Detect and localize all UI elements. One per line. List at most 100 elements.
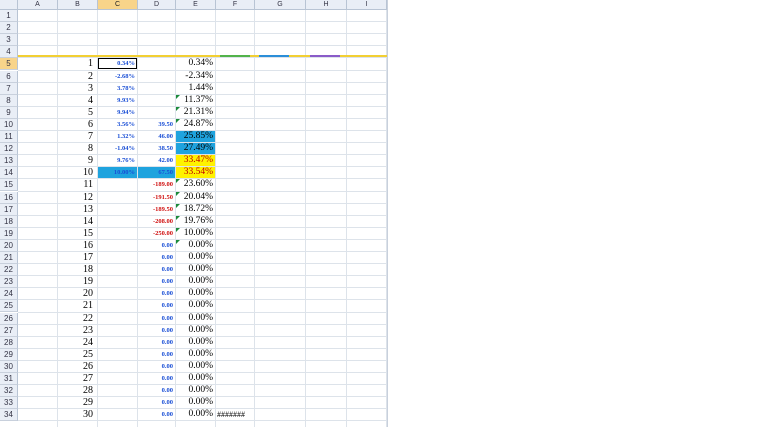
cell-e8[interactable]: 11.37% <box>176 95 215 106</box>
row-header-31[interactable]: 31 <box>0 373 18 386</box>
cell-b32[interactable]: 28 <box>58 385 97 396</box>
row-header-25[interactable]: 25 <box>0 300 18 313</box>
cell-c8[interactable]: 9.93% <box>98 95 137 106</box>
cell-c12[interactable]: -1.04% <box>98 143 137 154</box>
cell-e24[interactable]: 0.00% <box>176 288 215 299</box>
row-header-33[interactable]: 33 <box>0 397 18 410</box>
row-header-24[interactable]: 24 <box>0 288 18 301</box>
cell-b14[interactable]: 10 <box>58 167 97 178</box>
row-header-21[interactable]: 21 <box>0 252 18 265</box>
cell-e29[interactable]: 0.00% <box>176 349 215 360</box>
row-header-34[interactable]: 34 <box>0 409 18 422</box>
cell-e31[interactable]: 0.00% <box>176 373 215 384</box>
cell-b8[interactable]: 4 <box>58 95 97 106</box>
cell-b17[interactable]: 13 <box>58 204 97 215</box>
cell-c14[interactable]: 10.00% <box>98 167 137 179</box>
row-header-3[interactable]: 3 <box>0 34 18 47</box>
cell-e20[interactable]: 0.00% <box>176 240 215 251</box>
cell-e11[interactable]: 25.85% <box>176 131 215 143</box>
cell-b7[interactable]: 3 <box>58 83 97 94</box>
row-header-18[interactable]: 18 <box>0 215 18 228</box>
cell-c17[interactable] <box>98 204 137 215</box>
cell-e9[interactable]: 21.31% <box>176 107 215 118</box>
row-header-12[interactable]: 12 <box>0 143 18 156</box>
cell-c28[interactable] <box>98 337 137 348</box>
cell-b34[interactable]: 30 <box>58 409 97 420</box>
cell-b10[interactable]: 6 <box>58 119 97 130</box>
cell-e16[interactable]: 20.04% <box>176 192 215 203</box>
row-header-11[interactable]: 11 <box>0 131 18 144</box>
cell-d18[interactable]: -208.00 <box>138 216 175 227</box>
column-header-c[interactable]: C <box>98 0 138 10</box>
cell-d8[interactable] <box>138 95 175 106</box>
cell-c32[interactable] <box>98 385 137 396</box>
cell-e6[interactable]: -2.34% <box>176 71 215 82</box>
cell-c25[interactable] <box>98 300 137 311</box>
cell-d5[interactable] <box>138 58 175 69</box>
cell-c23[interactable] <box>98 276 137 287</box>
cell-d22[interactable]: 0.00 <box>138 264 175 275</box>
cell-c33[interactable] <box>98 397 137 408</box>
error-indicator-icon[interactable] <box>176 239 180 244</box>
row-header-29[interactable]: 29 <box>0 348 18 361</box>
cell-b31[interactable]: 27 <box>58 373 97 384</box>
cell-e21[interactable]: 0.00% <box>176 252 215 263</box>
error-indicator-icon[interactable] <box>176 215 180 220</box>
cell-d27[interactable]: 0.00 <box>138 325 175 336</box>
column-header-e[interactable]: E <box>176 0 216 10</box>
error-indicator-icon[interactable] <box>176 227 180 232</box>
cell-e14[interactable]: 33.54% <box>176 167 215 179</box>
cell-b30[interactable]: 26 <box>58 361 97 372</box>
cell-c15[interactable] <box>98 179 137 190</box>
cell-b6[interactable]: 2 <box>58 71 97 82</box>
cell-c24[interactable] <box>98 288 137 299</box>
cell-d6[interactable] <box>138 71 175 82</box>
row-header-32[interactable]: 32 <box>0 385 18 398</box>
cell-d10[interactable]: 39.50 <box>138 119 175 130</box>
row-header-27[interactable]: 27 <box>0 324 18 337</box>
cell-c10[interactable]: 3.56% <box>98 119 137 130</box>
cell-d23[interactable]: 0.00 <box>138 276 175 287</box>
cell-c26[interactable] <box>98 313 137 324</box>
column-header-b[interactable]: B <box>58 0 98 10</box>
column-header-g[interactable]: G <box>255 0 306 10</box>
cell-b12[interactable]: 8 <box>58 143 97 154</box>
row-header-23[interactable]: 23 <box>0 276 18 289</box>
cell-c6[interactable]: -2.68% <box>98 71 137 82</box>
cell-d20[interactable]: 0.00 <box>138 240 175 251</box>
cell-e26[interactable]: 0.00% <box>176 313 215 324</box>
cell-b33[interactable]: 29 <box>58 397 97 408</box>
cell-b29[interactable]: 25 <box>58 349 97 360</box>
cell-c29[interactable] <box>98 349 137 360</box>
row-header-10[interactable]: 10 <box>0 118 18 131</box>
cell-b11[interactable]: 7 <box>58 131 97 142</box>
row-header-15[interactable]: 15 <box>0 179 18 192</box>
cell-c30[interactable] <box>98 361 137 372</box>
cell-d9[interactable] <box>138 107 175 118</box>
column-header-h[interactable]: H <box>306 0 347 10</box>
cell-d16[interactable]: -191.50 <box>138 192 175 203</box>
cell-c13[interactable]: 9.76% <box>98 155 137 166</box>
column-header-d[interactable]: D <box>138 0 176 10</box>
cell-e15[interactable]: 23.60% <box>176 179 215 190</box>
cell-b9[interactable]: 5 <box>58 107 97 118</box>
cell-d25[interactable]: 0.00 <box>138 300 175 311</box>
cell-e25[interactable]: 0.00% <box>176 300 215 311</box>
row-header-6[interactable]: 6 <box>0 70 18 83</box>
cell-b26[interactable]: 22 <box>58 313 97 324</box>
cell-b23[interactable]: 19 <box>58 276 97 287</box>
row-header-9[interactable]: 9 <box>0 106 18 119</box>
cell-b27[interactable]: 23 <box>58 325 97 336</box>
cell-d14[interactable]: 67.50 <box>138 167 175 179</box>
cell-d32[interactable]: 0.00 <box>138 385 175 396</box>
cell-d30[interactable]: 0.00 <box>138 361 175 372</box>
column-header-i[interactable]: I <box>347 0 387 10</box>
cell-b20[interactable]: 16 <box>58 240 97 251</box>
cell-d13[interactable]: 42.00 <box>138 155 175 166</box>
cell-d19[interactable]: -250.00 <box>138 228 175 239</box>
cell-e28[interactable]: 0.00% <box>176 337 215 348</box>
cell-e22[interactable]: 0.00% <box>176 264 215 275</box>
select-all-corner[interactable] <box>0 0 18 10</box>
error-indicator-icon[interactable] <box>176 106 180 111</box>
cell-d15[interactable]: -189.00 <box>138 179 175 190</box>
